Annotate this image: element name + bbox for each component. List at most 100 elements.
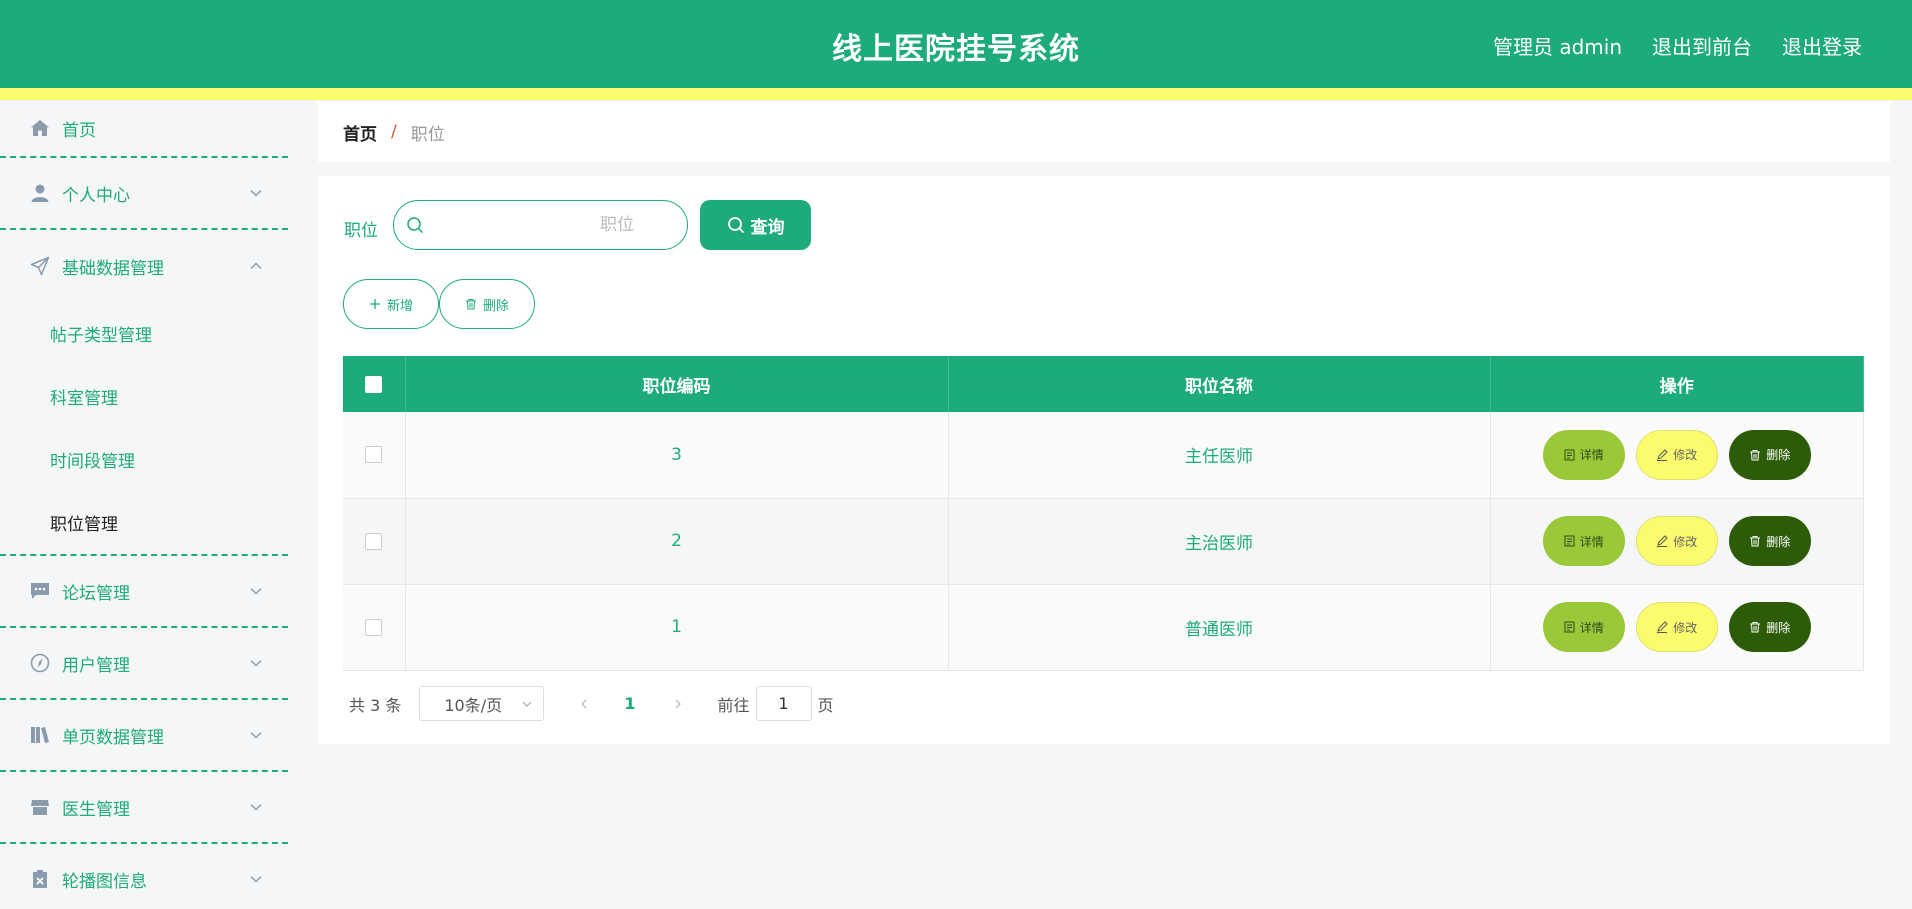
edit-button[interactable]: 修改 [1635, 429, 1718, 480]
sidebar-item-home[interactable]: 首页 [0, 100, 288, 158]
search-box [393, 200, 688, 250]
sidebar-item-position[interactable]: 职位管理 [0, 491, 288, 554]
clipboard-icon [30, 869, 50, 889]
trash-icon [465, 299, 476, 310]
trash-icon [1750, 449, 1761, 461]
page-number[interactable]: 1 [624, 694, 635, 713]
document-icon [1564, 449, 1575, 461]
chevron-down-icon [250, 876, 262, 883]
detail-button[interactable]: 详情 [1542, 602, 1625, 652]
delete-button-label: 删除 [1766, 620, 1791, 635]
sidebar-item-single-page-data[interactable]: 单页数据管理 [0, 700, 288, 772]
row-checkbox[interactable] [365, 618, 383, 636]
sidebar-submenu-basic-data: 帖子类型管理 科室管理 时间段管理 职位管理 [0, 302, 288, 556]
cell-code: 3 [405, 412, 949, 499]
query-button-label: 查询 [750, 217, 785, 238]
sidebar-item-basic-data[interactable]: 基础数据管理 [0, 230, 288, 302]
batch-delete-button[interactable]: 删除 [439, 279, 535, 329]
sidebar-item-users[interactable]: 用户管理 [0, 628, 288, 700]
breadcrumb: 首页 / 职位 [318, 102, 1890, 162]
delete-button[interactable]: 删除 [1728, 602, 1811, 652]
sidebar-item-post-type[interactable]: 帖子类型管理 [0, 302, 288, 365]
sidebar-item-label: 单页数据管理 [62, 727, 164, 748]
sidebar-item-personal-center[interactable]: 个人中心 [0, 158, 288, 230]
edit-button-label: 修改 [1673, 534, 1698, 549]
shop-icon [30, 797, 50, 817]
sidebar-item-doctors[interactable]: 医生管理 [0, 772, 288, 844]
sidebar-item-department[interactable]: 科室管理 [0, 365, 288, 428]
edit-button[interactable]: 修改 [1635, 602, 1718, 652]
trash-icon [1750, 536, 1761, 547]
breadcrumb-home[interactable]: 首页 [343, 120, 377, 145]
delete-button[interactable]: 删除 [1728, 429, 1811, 480]
admin-user-link[interactable]: 管理员 admin [1493, 31, 1622, 60]
edit-button-label: 修改 [1673, 620, 1698, 635]
trash-icon [1750, 622, 1761, 633]
page-suffix: 页 [817, 695, 834, 715]
back-to-frontend-link[interactable]: 退出到前台 [1652, 31, 1752, 60]
cell-actions: 详情 修改 删除 [1490, 498, 1864, 585]
sidebar-item-label: 首页 [62, 120, 96, 141]
cell-name: 普通医师 [948, 584, 1491, 671]
sidebar-item-label: 用户管理 [62, 655, 130, 676]
sidebar-item-label: 论坛管理 [62, 583, 130, 604]
action-buttons: 新增 删除 [343, 279, 535, 329]
user-icon [30, 183, 50, 203]
column-header-name: 职位名称 [948, 356, 1491, 412]
detail-button-label: 详情 [1579, 534, 1604, 549]
edit-icon [1657, 449, 1668, 461]
add-button[interactable]: 新增 [343, 279, 439, 329]
edit-icon [1657, 621, 1668, 633]
next-page-button[interactable] [668, 694, 688, 714]
cell-name: 主治医师 [948, 498, 1491, 585]
logout-link[interactable]: 退出登录 [1782, 31, 1862, 60]
cell-name: 主任医师 [948, 412, 1491, 499]
select-all-checkbox[interactable] [365, 375, 383, 393]
table-header-row: 职位编码 职位名称 操作 [343, 356, 1864, 412]
batch-delete-button-label: 删除 [482, 298, 509, 314]
main-panel: 职位 查询 新增 删除 职位编码 职位名称 操作 3 [318, 176, 1890, 744]
compass-icon [30, 653, 50, 673]
detail-button-label: 详情 [1579, 448, 1604, 463]
search-icon [727, 217, 744, 234]
goto-label: 前往 [717, 695, 750, 715]
chevron-down-icon [250, 588, 262, 595]
edit-button-label: 修改 [1673, 448, 1698, 463]
select-all-header [343, 356, 406, 412]
prev-page-button[interactable] [574, 694, 594, 714]
page-size-select[interactable]: 10条/页 [419, 686, 545, 721]
sidebar-item-label: 轮播图信息 [62, 871, 147, 892]
detail-button[interactable]: 详情 [1542, 516, 1625, 566]
cell-actions: 详情 修改 删除 [1490, 412, 1864, 499]
table-row: 3 主任医师 详情 修改 删除 [343, 412, 1864, 499]
sidebar-item-label: 基础数据管理 [62, 258, 164, 279]
data-table: 职位编码 职位名称 操作 3 主任医师 详情 修改 删除 2 主治医师 详情 修… [343, 356, 1864, 671]
sidebar-item-carousel[interactable]: 轮播图信息 [0, 844, 288, 909]
chevron-up-icon [250, 262, 262, 269]
sidebar-item-forum[interactable]: 论坛管理 [0, 556, 288, 628]
pagination-total: 共 3 条 [349, 695, 402, 715]
query-button[interactable]: 查询 [700, 200, 811, 250]
cell-actions: 详情 修改 删除 [1490, 584, 1864, 671]
sidebar-item-time-slot[interactable]: 时间段管理 [0, 428, 288, 491]
header-links: 管理员 admin 退出到前台 退出登录 [1493, 31, 1862, 60]
document-icon [1564, 621, 1575, 633]
pagination: 共 3 条 10条/页 1 前往 页 [343, 686, 834, 721]
plus-icon [369, 299, 380, 309]
row-checkbox[interactable] [365, 446, 383, 464]
row-checkbox-cell [343, 412, 406, 499]
row-checkbox[interactable] [365, 532, 383, 550]
chevron-down-icon [522, 701, 532, 707]
search-icon [407, 217, 424, 234]
search-label: 职位 [344, 221, 378, 241]
detail-button[interactable]: 详情 [1542, 429, 1625, 480]
edit-button[interactable]: 修改 [1635, 516, 1718, 566]
search-input[interactable] [434, 215, 654, 235]
sidebar-item-label: 个人中心 [62, 185, 130, 206]
delete-button[interactable]: 删除 [1728, 516, 1811, 566]
goto-page-input[interactable] [755, 686, 812, 721]
chevron-down-icon [250, 804, 262, 811]
column-header-actions: 操作 [1490, 356, 1864, 412]
breadcrumb-current: 职位 [410, 124, 445, 145]
add-button-label: 新增 [386, 298, 413, 314]
